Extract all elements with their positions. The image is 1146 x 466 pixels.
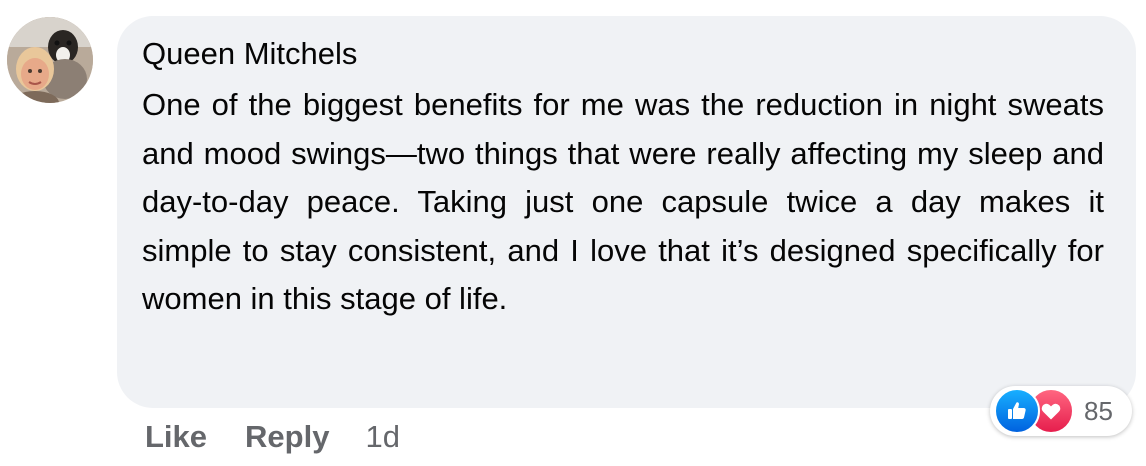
profile-photo-icon bbox=[7, 17, 93, 103]
reaction-count: 85 bbox=[1084, 395, 1113, 426]
comment-actions: Like Reply 1d bbox=[145, 419, 400, 455]
reply-button[interactable]: Reply bbox=[245, 419, 329, 455]
comment-author[interactable]: Queen Mitchels bbox=[142, 34, 1104, 74]
comment-bubble: Queen Mitchels One of the biggest benefi… bbox=[117, 16, 1136, 408]
reactions-summary[interactable]: 85 bbox=[990, 386, 1132, 436]
like-icon bbox=[994, 388, 1040, 434]
like-button[interactable]: Like bbox=[145, 419, 207, 455]
avatar[interactable] bbox=[7, 17, 93, 103]
comment-text: One of the biggest benefits for me was t… bbox=[142, 87, 1104, 316]
comment-timestamp[interactable]: 1d bbox=[365, 419, 399, 455]
